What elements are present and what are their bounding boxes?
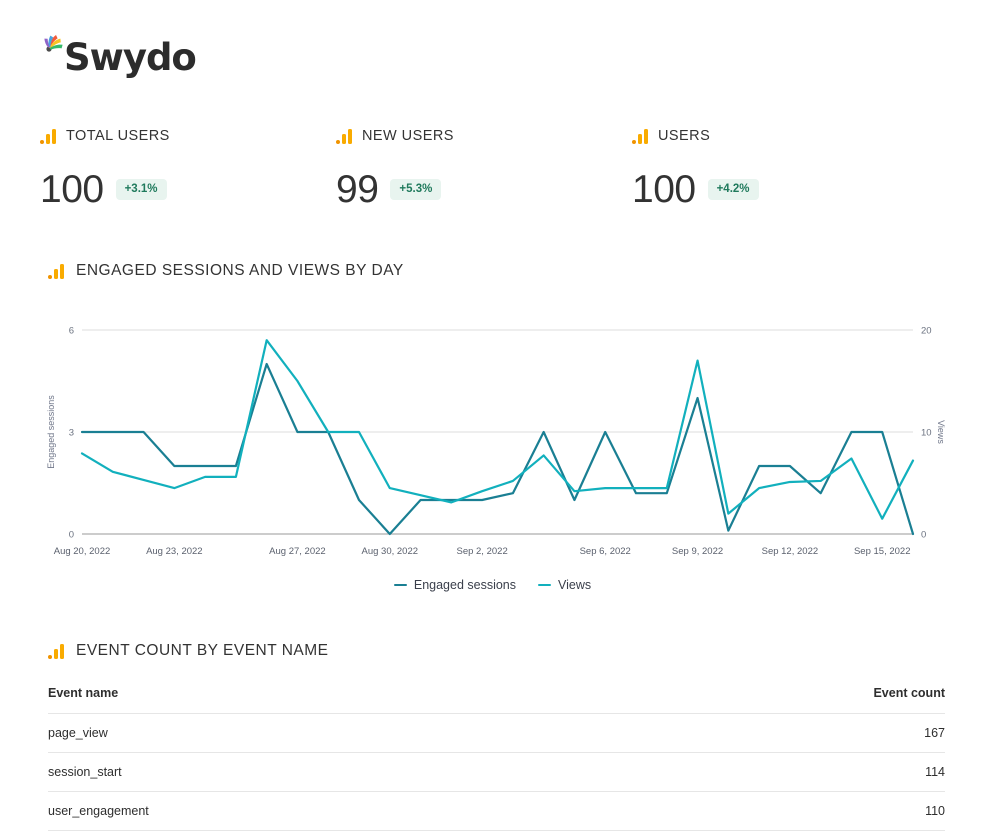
chart-canvas: 0 0 3 10 6 20 Engaged sessions Views Aug 20, 202… xyxy=(46,326,945,558)
kpi-header: TOTAL USERS xyxy=(40,125,336,147)
kpi-body: 100 +3.1% xyxy=(40,170,336,209)
legend-item-views: Views xyxy=(538,578,591,592)
svg-text:Aug 20, 2022: Aug 20, 2022 xyxy=(54,546,111,557)
legend-label: Views xyxy=(558,578,592,592)
cell-event-count: 110 xyxy=(925,804,945,818)
svg-text:Sep 2, 2022: Sep 2, 2022 xyxy=(456,546,507,557)
svg-text:3: 3 xyxy=(69,428,74,439)
cell-event-name: page_view xyxy=(48,726,108,740)
svg-text:Sep 6, 2022: Sep 6, 2022 xyxy=(580,546,631,557)
cell-event-count: 167 xyxy=(924,726,945,740)
table-row: user_engagement 110 xyxy=(48,792,945,831)
table-row: session_start 114 xyxy=(48,753,945,792)
kpi-body: 99 +5.3% xyxy=(336,170,632,209)
svg-text:Engaged sessions: Engaged sessions xyxy=(46,395,56,469)
table-header-row: Event name Event count xyxy=(48,686,945,714)
kpi-row: TOTAL USERS 100 +3.1% NEW USERS 99 +5.3%… xyxy=(40,125,945,209)
table-head: Event name Event count xyxy=(48,686,945,714)
kpi-header: NEW USERS xyxy=(336,125,632,147)
swydo-logo-text: Swydo xyxy=(64,36,197,79)
ga4-bar-icon xyxy=(40,128,57,144)
swydo-logo: Swydo xyxy=(40,32,197,79)
svg-text:Aug 27, 2022: Aug 27, 2022 xyxy=(269,546,326,557)
kpi-title: TOTAL USERS xyxy=(66,128,170,144)
kpi-delta-badge: +4.2% xyxy=(707,178,759,201)
kpi-body: 100 +4.2% xyxy=(632,170,928,209)
svg-text:0: 0 xyxy=(921,530,926,541)
legend-swatch xyxy=(393,583,407,587)
line-chart: 0 0 3 10 6 20 Engaged sessions Views Aug 20, 202… xyxy=(40,310,945,600)
svg-text:Aug 23, 2022: Aug 23, 2022 xyxy=(146,546,203,557)
kpi-title: NEW USERS xyxy=(362,128,454,144)
svg-text:Sep 12, 2022: Sep 12, 2022 xyxy=(762,546,819,557)
kpi-title: USERS xyxy=(658,128,711,144)
chart-section-title: ENGAGED SESSIONS AND VIEWS BY DAY xyxy=(76,262,404,279)
kpi-delta-badge: +5.3% xyxy=(390,178,442,201)
legend-item-engaged-sessions: Engaged sessions xyxy=(393,578,517,592)
column-header-event-count[interactable]: Event count xyxy=(573,686,945,714)
ga4-bar-icon xyxy=(48,643,65,659)
table-section-header: EVENT COUNT BY EVENT NAME xyxy=(48,642,329,660)
column-header-event-name[interactable]: Event name xyxy=(48,686,573,714)
svg-text:Views: Views xyxy=(936,420,945,444)
svg-text:20: 20 xyxy=(921,326,932,337)
ga4-bar-icon xyxy=(48,263,65,279)
cell-event-count: 114 xyxy=(925,765,945,779)
kpi-card-new-users: NEW USERS 99 +5.3% xyxy=(336,125,632,209)
svg-text:Aug 30, 2022: Aug 30, 2022 xyxy=(362,546,419,557)
svg-text:6: 6 xyxy=(69,326,74,337)
table: Event name Event count page_view 167 sessi… xyxy=(48,686,945,831)
chart-legend: Engaged sessions Views xyxy=(40,578,945,592)
legend-swatch xyxy=(538,583,552,587)
report-page: Swydo TOTAL USERS 100 +3.1% NEW USERS 99… xyxy=(0,0,985,833)
kpi-card-total-users: TOTAL USERS 100 +3.1% xyxy=(40,125,336,209)
cell-event-name: user_engagement xyxy=(48,804,149,818)
kpi-value: 99 xyxy=(336,168,379,211)
ga4-bar-icon xyxy=(632,128,649,144)
table-body: page_view 167 session_start 114 user_engagem… xyxy=(48,714,945,831)
svg-text:Sep 9, 2022: Sep 9, 2022 xyxy=(672,546,723,557)
svg-text:0: 0 xyxy=(69,530,74,541)
svg-text:Sep 15, 2022: Sep 15, 2022 xyxy=(854,546,911,557)
event-count-table: Event name Event count page_view 167 sessi… xyxy=(48,686,945,831)
kpi-delta-badge: +3.1% xyxy=(115,178,167,201)
ga4-bar-icon xyxy=(336,128,353,144)
legend-label: Engaged sessions xyxy=(413,578,517,592)
table-row: page_view 167 xyxy=(48,714,945,753)
table-section-title: EVENT COUNT BY EVENT NAME xyxy=(76,642,329,659)
chart-section-header: ENGAGED SESSIONS AND VIEWS BY DAY xyxy=(48,262,404,280)
svg-text:10: 10 xyxy=(921,428,932,439)
kpi-value: 100 xyxy=(40,168,104,211)
kpi-card-users: USERS 100 +4.2% xyxy=(632,125,928,209)
kpi-value: 100 xyxy=(632,168,696,211)
swydo-logo-mark-icon xyxy=(40,32,66,58)
kpi-header: USERS xyxy=(632,125,928,147)
cell-event-name: session_start xyxy=(48,765,122,779)
